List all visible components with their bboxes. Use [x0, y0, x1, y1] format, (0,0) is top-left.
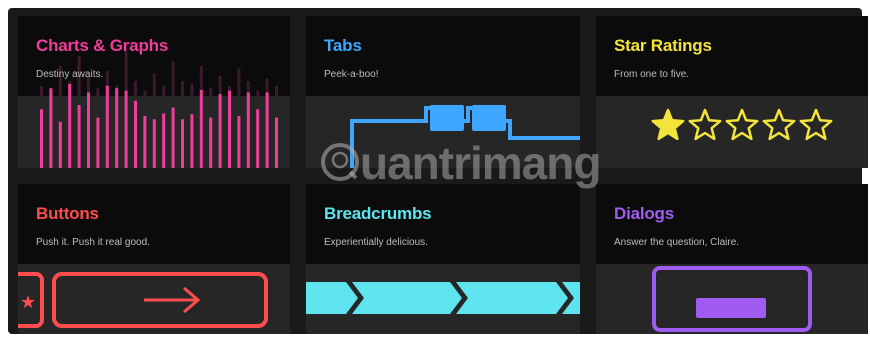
chart-bar-faint: [40, 86, 43, 96]
breadcrumb-segment: [306, 282, 358, 314]
star-rating-preview: [651, 108, 833, 141]
card-header: [596, 184, 868, 264]
card-subtitle: Destiny awaits.: [36, 69, 104, 80]
card-title: Charts & Graphs: [36, 36, 169, 55]
chart-bar-faint: [171, 61, 175, 96]
chart-bar-faint: [190, 83, 194, 96]
card-subtitle: Answer the question, Claire.: [614, 237, 740, 248]
star-empty-icon[interactable]: [799, 108, 833, 141]
chart-bar: [124, 90, 128, 168]
chart-bar: [237, 115, 241, 168]
chart-bar-faint: [143, 91, 147, 96]
arrow-right-icon: [144, 286, 201, 314]
breadcrumbs-preview: [306, 282, 580, 314]
dialog-button: [696, 298, 766, 318]
card-title: Buttons: [36, 204, 99, 223]
star-empty-icon[interactable]: [688, 108, 722, 141]
chart-bar: [162, 113, 166, 168]
card-subtitle: From one to five.: [614, 69, 690, 80]
chart-bar: [49, 88, 53, 168]
card-header: [306, 184, 580, 264]
chart-bar-faint: [134, 81, 137, 96]
tab-shape: [430, 105, 464, 131]
chart-bar: [275, 117, 278, 168]
chart-bar: [143, 115, 147, 168]
star-empty-icon[interactable]: [725, 108, 759, 141]
chart-bar-faint: [237, 68, 241, 96]
card-dialogs[interactable]: Dialogs Answer the question, Claire.: [596, 184, 868, 334]
chart-bar: [58, 121, 62, 168]
card-title: Breadcrumbs: [324, 204, 432, 223]
chart-bar: [209, 117, 213, 168]
chart-bar: [40, 109, 43, 168]
chart-bar: [134, 100, 137, 168]
chart-bar-faint: [124, 51, 128, 96]
buttons-preview: ★: [18, 272, 268, 328]
chart-bar: [256, 109, 260, 168]
card-header: [596, 16, 868, 96]
chart-bar-faint: [162, 86, 166, 96]
star-empty-icon[interactable]: [762, 108, 796, 141]
watermark-text: uantrimang: [360, 137, 601, 189]
card-subtitle: Experientially delicious.: [324, 237, 428, 248]
card-buttons[interactable]: ★ Buttons Push it. Push it real good.: [18, 184, 290, 334]
chart-bar-faint: [218, 76, 222, 96]
star-filled-icon[interactable]: [651, 108, 685, 141]
chart-bar: [218, 94, 222, 168]
card-star-ratings[interactable]: Star Ratings From one to five.: [596, 16, 868, 168]
chart-bar: [190, 114, 194, 168]
chart-bar: [152, 119, 156, 168]
chart-bar: [105, 85, 109, 168]
chart-bar: [246, 92, 250, 168]
dialogs-preview: [652, 266, 812, 332]
card-title: Tabs: [324, 36, 362, 55]
chart-bar-faint: [152, 73, 156, 96]
tab-shape: [472, 105, 506, 131]
breadcrumb-segment: [456, 282, 568, 314]
chart-bar-faint: [275, 86, 278, 96]
chart-bar-faint: [96, 88, 100, 96]
card-breadcrumbs[interactable]: Breadcrumbs Experientially delicious.: [306, 184, 580, 334]
card-header: [18, 184, 290, 264]
card-subtitle: Peek-a-boo!: [324, 69, 379, 80]
card-subtitle: Push it. Push it real good.: [36, 237, 150, 248]
chart-bar-faint: [209, 88, 213, 96]
card-title: Dialogs: [614, 204, 675, 223]
card-header: [306, 16, 580, 96]
watermark-logo-icon: [321, 143, 359, 181]
chart-bar: [68, 84, 72, 168]
chart-bar: [115, 88, 119, 168]
card-charts[interactable]: Charts & Graphs Destiny awaits.: [18, 16, 290, 168]
chart-bar: [199, 89, 203, 168]
chart-bar: [265, 92, 269, 168]
chart-bar: [181, 119, 184, 168]
chart-bar: [228, 90, 231, 168]
chart-bar: [87, 92, 90, 168]
chart-bar-faint: [256, 91, 260, 96]
chart-bar: [171, 107, 175, 168]
chart-bar: [77, 105, 81, 168]
breadcrumb-segment: [352, 282, 462, 314]
chart-bar-faint: [181, 81, 184, 96]
card-title: Star Ratings: [614, 36, 712, 55]
star-icon: ★: [20, 292, 36, 313]
chart-bar: [96, 117, 100, 168]
